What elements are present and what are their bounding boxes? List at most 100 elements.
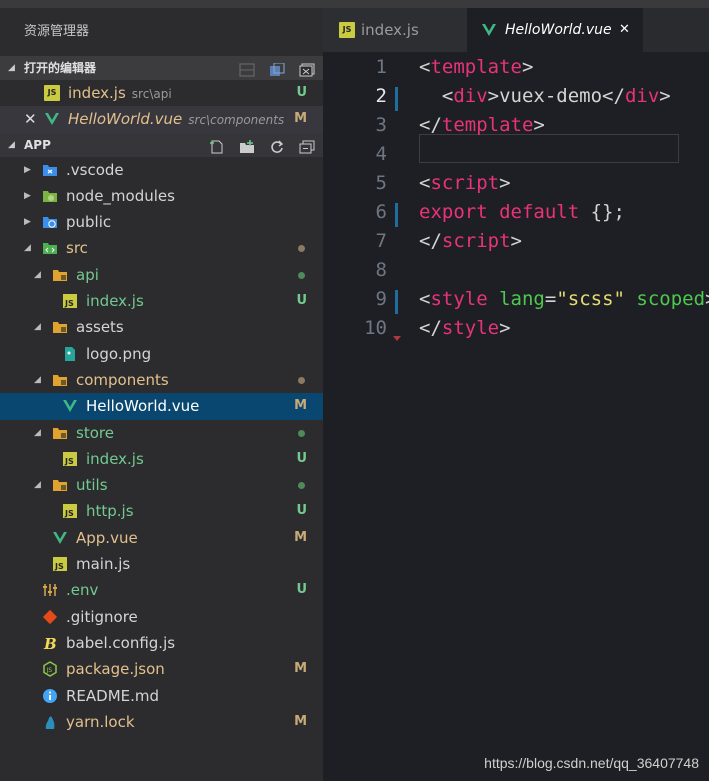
tree-item-label: main.js <box>76 555 131 574</box>
chevron-right-icon[interactable]: ▶ <box>24 183 31 209</box>
chevron-down-icon[interactable]: ◢ <box>34 472 41 498</box>
git-status-badge: U <box>296 293 307 309</box>
line-number: 8 <box>375 259 387 281</box>
tree-item-label: utils <box>76 476 108 495</box>
new-folder-icon[interactable] <box>239 138 255 153</box>
tree-item[interactable]: ◢ components <box>0 367 323 393</box>
tree-item[interactable]: ▶ node_modules <box>0 183 323 209</box>
settings-icon <box>42 582 58 598</box>
tree-item[interactable]: .gitignore <box>0 604 323 630</box>
chevron-down-icon[interactable]: ◢ <box>34 262 41 288</box>
tree-item[interactable]: JS http.js U <box>0 498 323 524</box>
code-token: template <box>430 56 522 78</box>
open-editor-item[interactable]: JS index.js src\api U <box>0 80 323 106</box>
tree-item[interactable]: .env U <box>0 577 323 603</box>
chevron-down-icon[interactable]: ◢ <box>34 314 41 340</box>
line-number: 3 <box>375 114 387 136</box>
close-icon[interactable]: ✕ <box>619 8 630 52</box>
line-number: 10 <box>364 317 387 339</box>
tree-item-label: logo.png <box>86 344 152 363</box>
tree-item[interactable]: ◢ api <box>0 262 323 288</box>
open-editor-path: src\api <box>131 87 172 101</box>
js-icon: JS <box>52 556 68 572</box>
tree-item[interactable]: JS package.json M <box>0 656 323 682</box>
open-editor-name: index.js <box>68 84 126 102</box>
tab-helloworld-vue[interactable]: HelloWorld.vue ✕ <box>467 8 643 52</box>
git-status-badge: M <box>294 398 307 414</box>
tree-item[interactable]: HelloWorld.vue M <box>0 393 323 420</box>
explorer-title: 资源管理器 <box>24 24 90 39</box>
tree-item[interactable]: JS main.js <box>0 551 323 577</box>
tree-item[interactable]: ▶ .vscode <box>0 157 323 183</box>
vue-icon <box>52 530 68 546</box>
line-number: 1 <box>375 56 387 78</box>
svg-text:JS: JS <box>64 457 74 466</box>
chevron-down-icon[interactable]: ◢ <box>34 420 41 446</box>
tree-item[interactable]: ◢ utils <box>0 472 323 498</box>
git-status-badge: U <box>296 450 307 466</box>
git-status-dot <box>298 429 305 437</box>
code-editor[interactable]: 1 2 3 4 5 6 7 8 9 10 <template> <div>vuex-demo</d… <box>323 52 709 781</box>
refresh-icon[interactable] <box>269 138 285 153</box>
tab-index-js[interactable]: JS index.js <box>323 8 467 52</box>
open-editor-path: src\components <box>188 113 285 128</box>
tree-item[interactable]: App.vue M <box>0 525 323 551</box>
tree-item[interactable]: README.md <box>0 683 323 709</box>
tree-item-label: README.md <box>66 686 160 705</box>
save-all-icon[interactable] <box>269 61 285 76</box>
watermark: https://blog.csdn.net/qq_36407748 <box>484 755 699 771</box>
tab-label: index.js <box>361 21 419 39</box>
new-file-icon[interactable] <box>209 138 225 154</box>
vue-icon <box>44 111 60 127</box>
code-token: >vuex-demo</ <box>487 85 625 107</box>
chevron-down-icon[interactable]: ◢ <box>34 367 41 393</box>
close-all-editors-icon[interactable] <box>299 61 315 77</box>
tree-item-label: node_modules <box>66 186 175 205</box>
git-status-dot <box>298 482 305 490</box>
tree-item-label: api <box>76 265 99 284</box>
tree-item-label: public <box>66 213 112 232</box>
workspace-header[interactable]: ◢ APP <box>0 132 323 157</box>
code-token: < <box>419 85 454 107</box>
tree-item[interactable]: yarn.lock M <box>0 709 323 735</box>
js-icon: JS <box>62 503 78 519</box>
code-line: <div>vuex-demo</div> <box>419 85 671 107</box>
code-line: <style lang="scss" scoped> <box>419 288 709 310</box>
code-token: > <box>510 230 522 252</box>
open-editors-header[interactable]: ◢ 打开的编辑器 <box>0 56 323 80</box>
open-editors-label: 打开的编辑器 <box>24 61 97 75</box>
tree-item[interactable]: ▶ public <box>0 209 323 235</box>
tree-item[interactable]: ◢ src <box>0 235 323 261</box>
collapse-all-icon[interactable] <box>299 138 315 154</box>
tree-item[interactable]: JS index.js U <box>0 446 323 472</box>
chevron-right-icon[interactable]: ▶ <box>24 209 31 235</box>
close-icon[interactable]: ✕ <box>24 106 37 132</box>
code-token: < <box>419 172 431 194</box>
line-number: 4 <box>375 143 387 165</box>
code-line: <template> <box>419 56 533 78</box>
chevron-down-icon[interactable]: ◢ <box>24 235 31 261</box>
tree-item[interactable]: Bbabel.config.js <box>0 630 323 656</box>
js-icon: JS <box>44 85 60 101</box>
folder-icon <box>52 372 68 388</box>
babel-icon: B <box>42 635 58 651</box>
tree-item[interactable]: ◢ store <box>0 420 323 446</box>
open-editor-item[interactable]: ✕ HelloWorld.vue src\components M <box>0 106 323 133</box>
tree-item[interactable]: JS index.js U <box>0 288 323 314</box>
tree-item[interactable]: logo.png <box>0 341 323 367</box>
tree-item-label: HelloWorld.vue <box>86 397 200 416</box>
nodejs-icon: JS <box>42 661 58 678</box>
code-token: style <box>430 288 488 310</box>
chevron-right-icon[interactable]: ▶ <box>24 157 31 183</box>
tree-item-label: store <box>76 423 114 442</box>
code-token: </ <box>419 317 442 339</box>
editor-tab-bar: JS index.js HelloWorld.vue ✕ <box>323 8 709 52</box>
toggle-vertical-layout-icon[interactable] <box>239 61 255 77</box>
tree-item[interactable]: ◢ assets <box>0 314 323 340</box>
changed-line-marker <box>395 87 398 111</box>
git-status-badge: U <box>296 582 307 598</box>
tree-item-label: yarn.lock <box>66 712 135 731</box>
